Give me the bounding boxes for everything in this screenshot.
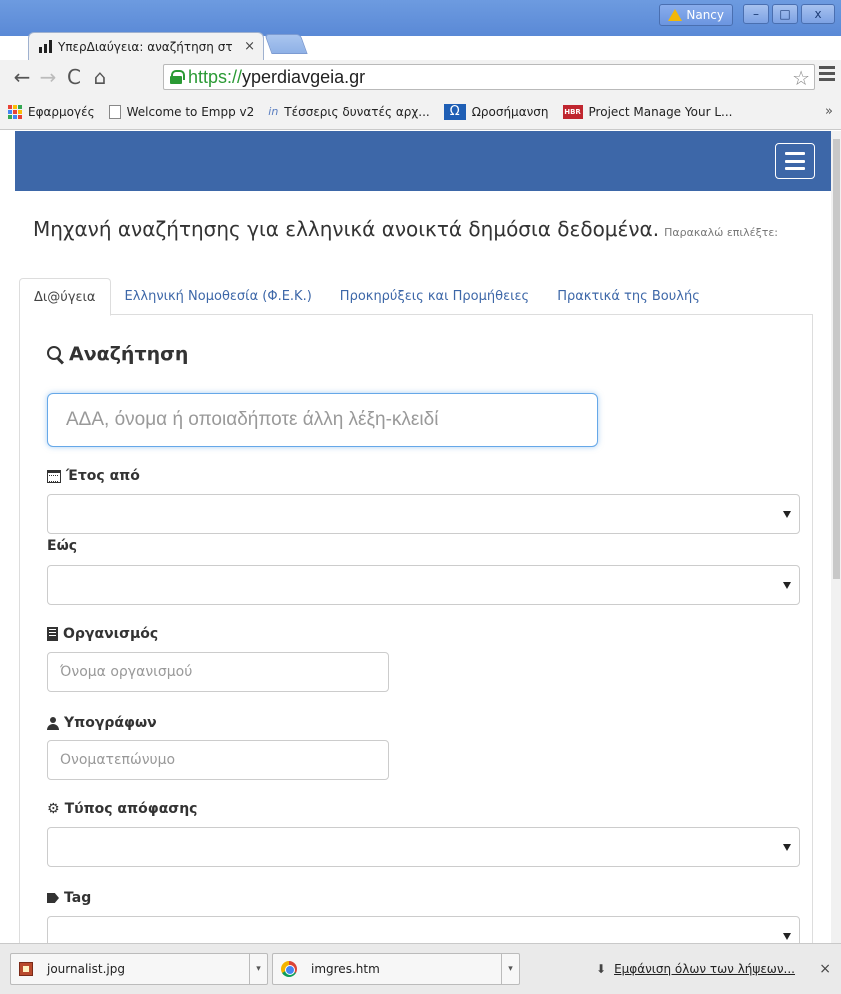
- tab-diavgeia[interactable]: Δι@ύγεια: [19, 278, 111, 316]
- bar-chart-favicon-icon: [39, 40, 52, 53]
- intro-heading: Μηχανή αναζήτησης για ελληνικά ανοικτά δ…: [33, 217, 660, 241]
- download-item[interactable]: journalist.jpg ▾: [10, 953, 268, 985]
- tab-nomothesia[interactable]: Ελληνική Νομοθεσία (Φ.Ε.Κ.): [111, 278, 326, 315]
- back-arrow-icon[interactable]: ←: [10, 65, 34, 89]
- show-all-downloads-link[interactable]: Εμφάνιση όλων των λήψεων...: [614, 962, 795, 976]
- in-icon: in: [268, 105, 279, 118]
- keyword-search-input[interactable]: [47, 393, 598, 447]
- page-viewport: Μηχανή αναζήτησης για ελληνικά ανοικτά δ…: [0, 131, 831, 977]
- close-window-button[interactable]: x: [801, 4, 835, 24]
- bookmarks-bar: Εφαρμογές Welcome to Empp v2 in Τέσσερις…: [0, 94, 841, 130]
- hbr-icon: HBR: [562, 104, 583, 119]
- intro-prompt: Παρακαλώ επιλέξτε:: [664, 226, 779, 239]
- tab-title: ΥπερΔιαύγεια: αναζήτηση στ: [58, 39, 233, 54]
- dropdown-caret-icon: [783, 844, 791, 851]
- close-shelf-icon[interactable]: ×: [819, 961, 831, 977]
- page-intro: Μηχανή αναζήτησης για ελληνικά ανοικτά δ…: [33, 217, 803, 242]
- download-filename: imgres.htm: [311, 962, 380, 976]
- window-controls: – □ x: [743, 4, 835, 24]
- browser-toolbar: ← → C ⌂ https://yperdiavgeia.gr ☆: [0, 60, 841, 94]
- dropdown-caret-icon: [783, 933, 791, 940]
- tab-close-icon[interactable]: ×: [244, 39, 255, 54]
- search-icon: [47, 346, 63, 362]
- new-tab-button[interactable]: [264, 34, 308, 54]
- address-bar[interactable]: https://yperdiavgeia.gr ☆: [163, 64, 815, 90]
- apps-grid-icon: [8, 104, 22, 119]
- dropdown-caret-icon: [783, 582, 791, 589]
- download-menu-chevron-icon[interactable]: ▾: [501, 954, 519, 984]
- signer-label-text: Υπογράφων: [64, 715, 157, 731]
- source-tabs: Δι@ύγεια Ελληνική Νομοθεσία (Φ.Ε.Κ.) Προ…: [19, 278, 813, 316]
- hamburger-menu-icon[interactable]: [819, 66, 835, 84]
- organization-label-text: Οργανισμός: [63, 626, 159, 642]
- bookmark-label: Project Manage Your L...: [588, 104, 733, 119]
- lock-icon: [170, 70, 185, 84]
- page-scrollbar[interactable]: [831, 131, 841, 977]
- bookmark-tesseris[interactable]: in Τέσσερις δυνατές αρχ...: [268, 105, 429, 119]
- navbar-toggle-button[interactable]: [775, 143, 815, 179]
- url-host: yperdiavgeia.gr: [242, 66, 366, 87]
- bookmark-orosimansi[interactable]: Ω Ωροσήμανση: [443, 103, 549, 120]
- search-heading: Αναζήτηση: [47, 343, 188, 365]
- tab-prokirikseis[interactable]: Προκηρύξεις και Προμήθειες: [326, 278, 543, 315]
- dropdown-caret-icon: [783, 511, 791, 518]
- bookmark-label: Εφαρμογές: [28, 104, 95, 119]
- building-icon: [47, 627, 58, 641]
- organization-label: Οργανισμός: [47, 626, 158, 642]
- bookmark-label: Welcome to Empp v2: [126, 104, 255, 119]
- url-scheme: https://: [188, 66, 243, 87]
- year-to-select[interactable]: [47, 565, 800, 605]
- browser-tab-active[interactable]: ΥπερΔιαύγεια: αναζήτηση στ ×: [28, 32, 264, 60]
- tag-icon: [47, 893, 59, 903]
- minimize-button[interactable]: –: [743, 4, 769, 24]
- bookmark-hbr[interactable]: HBR Project Manage Your L...: [562, 104, 733, 119]
- home-icon[interactable]: ⌂: [88, 65, 112, 89]
- bookmark-label: Ωροσήμανση: [471, 104, 549, 119]
- image-file-icon: [19, 962, 33, 976]
- signer-input[interactable]: [47, 740, 389, 780]
- profile-button[interactable]: Nancy: [659, 4, 733, 26]
- more-bookmarks-chevron-icon[interactable]: »: [825, 104, 833, 119]
- search-heading-text: Αναζήτηση: [69, 343, 189, 365]
- download-arrow-icon: ⬇: [596, 962, 607, 976]
- omega-icon: Ω: [443, 103, 466, 120]
- show-all-downloads[interactable]: ⬇ Εμφάνιση όλων των λήψεων...: [596, 962, 795, 976]
- year-from-label-text: Έτος από: [66, 468, 140, 484]
- year-from-label: Έτος από: [47, 468, 140, 484]
- page-icon: [108, 104, 121, 119]
- bookmark-empp[interactable]: Welcome to Empp v2: [108, 104, 255, 119]
- profile-name: Nancy: [686, 8, 724, 22]
- tag-label: Tag: [47, 890, 91, 906]
- decision-type-label-text: Τύπος απόφασης: [64, 801, 198, 817]
- bookmark-label: Τέσσερις δυνατές αρχ...: [284, 104, 430, 119]
- year-to-label: Εώς: [47, 538, 77, 554]
- year-to-label-text: Εώς: [47, 538, 78, 554]
- tag-label-text: Tag: [64, 890, 92, 906]
- bookmark-star-icon[interactable]: ☆: [792, 66, 810, 90]
- year-from-select[interactable]: [47, 494, 800, 534]
- forward-arrow-icon[interactable]: →: [36, 65, 60, 89]
- calendar-icon: [47, 469, 61, 483]
- site-navbar: [15, 131, 831, 191]
- user-icon: [47, 716, 59, 730]
- download-filename: journalist.jpg: [47, 962, 125, 976]
- decision-type-select[interactable]: [47, 827, 800, 867]
- scrollbar-thumb[interactable]: [833, 139, 840, 579]
- download-item[interactable]: imgres.htm ▾: [272, 953, 520, 985]
- warning-icon: [668, 9, 683, 21]
- organization-input[interactable]: [47, 652, 389, 692]
- bookmark-apps[interactable]: Εφαρμογές: [8, 104, 95, 119]
- download-menu-chevron-icon[interactable]: ▾: [249, 954, 267, 984]
- maximize-button[interactable]: □: [772, 4, 798, 24]
- cogs-icon: ⚙: [47, 801, 60, 817]
- reload-icon[interactable]: C: [62, 65, 86, 89]
- decision-type-label: ⚙ Τύπος απόφασης: [47, 801, 197, 817]
- tab-praktika-voulis[interactable]: Πρακτικά της Βουλής: [543, 278, 714, 315]
- chrome-icon: [281, 961, 297, 977]
- signer-label: Υπογράφων: [47, 715, 157, 731]
